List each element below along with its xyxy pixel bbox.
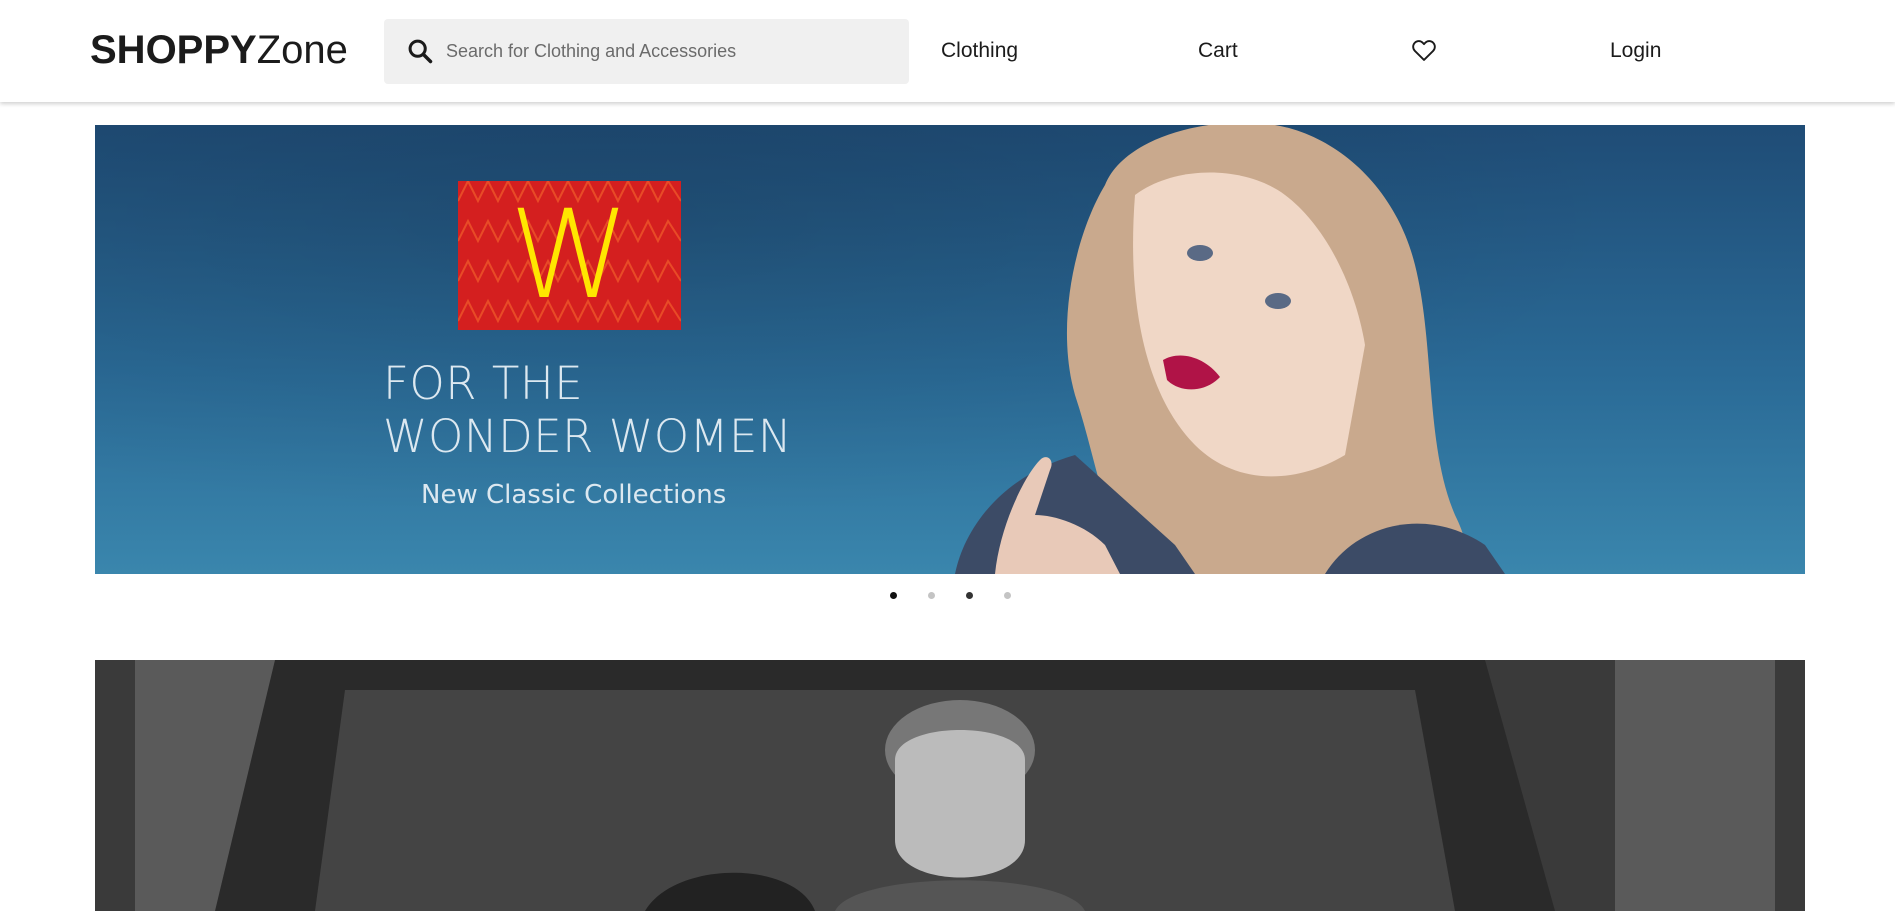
secondary-banner[interactable] <box>95 660 1805 911</box>
search-icon[interactable] <box>406 37 434 65</box>
carousel-dot[interactable] <box>1004 592 1011 599</box>
site-logo[interactable]: SHOPPYZone <box>90 26 348 74</box>
nav-login[interactable]: Login <box>1610 38 1661 64</box>
carousel-dot[interactable] <box>928 592 935 599</box>
carousel-dots <box>0 592 1895 602</box>
nav-clothing[interactable]: Clothing <box>941 38 1018 64</box>
carousel-dot[interactable] <box>966 592 973 599</box>
model-photo <box>955 125 1505 574</box>
heart-icon[interactable] <box>1410 36 1438 64</box>
secondary-banner-photo <box>95 660 1805 911</box>
search-bar <box>384 19 909 84</box>
nav-cart[interactable]: Cart <box>1198 38 1238 64</box>
search-input[interactable] <box>446 19 886 84</box>
hero-banner[interactable]: W FOR THE WONDER WOMEN New Classic Colle… <box>95 125 1805 574</box>
top-header: SHOPPYZone Clothing Cart Login <box>0 0 1895 102</box>
logo-bold: SHOPPY <box>90 28 257 72</box>
carousel-dot[interactable] <box>890 592 897 599</box>
logo-rest: Zone <box>256 28 348 72</box>
